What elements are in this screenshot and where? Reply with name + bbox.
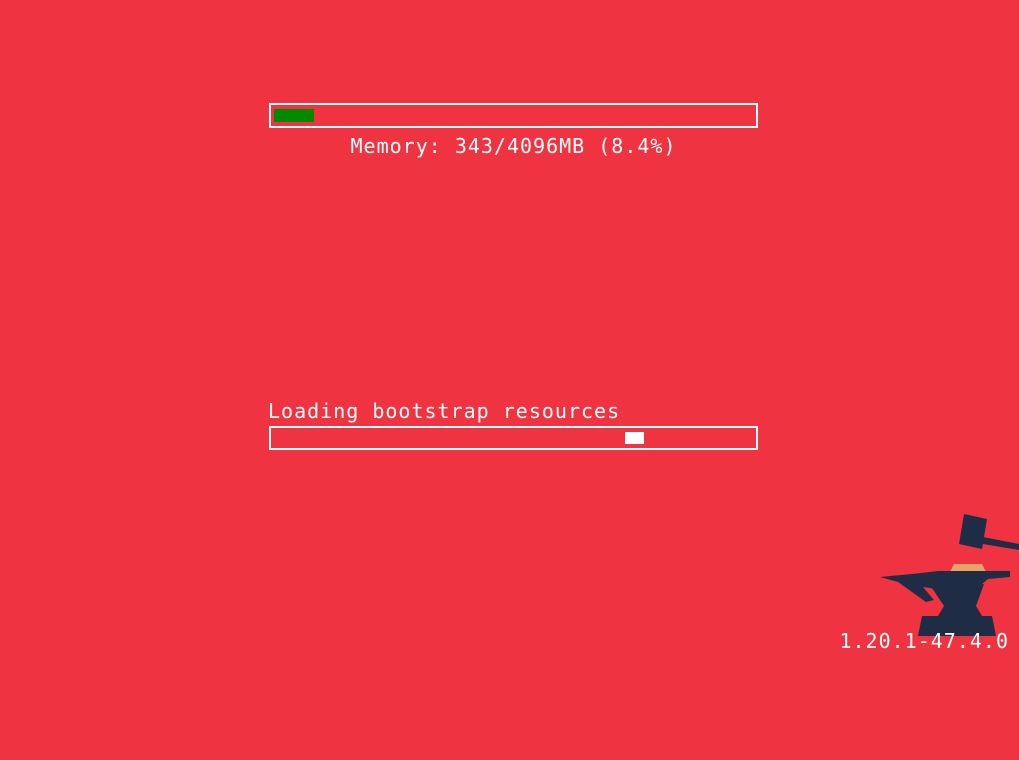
memory-progress-bar	[269, 103, 758, 128]
version-label: 1.20.1-47.4.0	[839, 629, 1009, 653]
loading-progress-bar	[269, 426, 758, 450]
loading-progress-indicator	[625, 432, 644, 444]
memory-usage-label: Memory: 343/4096MB (8.4%)	[350, 134, 677, 158]
loading-screen: Memory: 343/4096MB (8.4%) Loading bootst…	[0, 0, 1019, 760]
anvil-hammer-icon	[880, 514, 1019, 636]
loading-status-label: Loading bootstrap resources	[268, 399, 621, 423]
memory-progress-fill	[274, 109, 314, 122]
